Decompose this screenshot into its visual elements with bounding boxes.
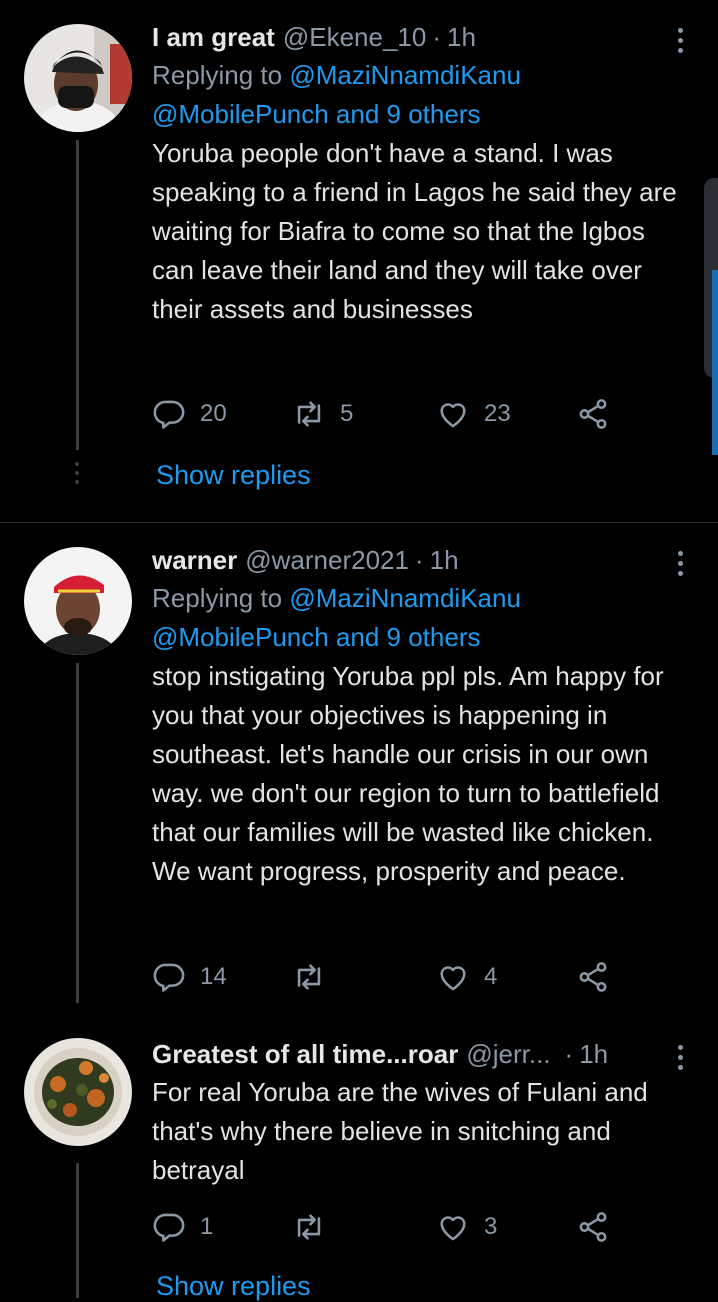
tweet-content: I am great @Ekene_10 · 1h Replying to @M… (152, 18, 688, 329)
separator: · (414, 545, 424, 575)
replying-to: Replying to @MaziNnamdiKanu @MobilePunch… (152, 56, 688, 134)
user-handle[interactable]: @jerr... (466, 1035, 550, 1073)
display-name[interactable]: Greatest of all time...roar (152, 1035, 458, 1073)
others-link[interactable]: @MobilePunch and 9 others (152, 622, 480, 652)
tweet-content: Greatest of all time...roar @jerr... · 1… (152, 1035, 688, 1190)
like-count: 23 (484, 400, 511, 427)
avatar[interactable] (24, 24, 132, 132)
tweet-actions: 20 5 23 (152, 394, 622, 434)
reply-icon (152, 397, 186, 431)
reply-button[interactable]: 1 (152, 1207, 213, 1247)
more-icon[interactable] (676, 1045, 684, 1075)
reply-icon (152, 1210, 186, 1244)
share-button[interactable] (576, 957, 610, 997)
like-icon (436, 960, 470, 994)
tweet-content: warner @warner2021 · 1h Replying to @Maz… (152, 541, 688, 891)
tweet-header: warner @warner2021 · 1h (152, 541, 688, 579)
more-icon[interactable] (676, 551, 684, 581)
timestamp[interactable]: 1h (430, 541, 459, 579)
user-handle[interactable]: @warner2021 (245, 541, 409, 579)
show-replies-link[interactable]: Show replies (156, 1271, 311, 1302)
reply-button[interactable]: 14 (152, 957, 227, 997)
thread-line (76, 663, 79, 1003)
retweet-button[interactable]: 5 (292, 394, 353, 434)
like-count: 3 (484, 1213, 498, 1240)
replying-prefix: Replying to (152, 60, 290, 90)
like-count: 4 (484, 963, 498, 990)
like-icon (436, 397, 470, 431)
share-icon (576, 1210, 610, 1244)
timestamp[interactable]: 1h (579, 1035, 608, 1073)
reply-count: 20 (200, 400, 227, 427)
show-replies-link[interactable]: Show replies (156, 460, 311, 491)
reply-icon (152, 960, 186, 994)
like-button[interactable]: 23 (436, 394, 511, 434)
tweet-text: For real Yoruba are the wives of Fulani … (152, 1077, 648, 1185)
like-button[interactable]: 4 (436, 957, 497, 997)
display-name[interactable]: warner (152, 541, 237, 579)
display-name[interactable]: I am great (152, 18, 275, 56)
retweet-count: 5 (340, 400, 354, 427)
avatar[interactable] (24, 1038, 132, 1146)
share-icon (576, 397, 610, 431)
mention-link[interactable]: @MaziNnamdiKanu (289, 583, 521, 613)
separator: · (564, 1039, 574, 1069)
tweet-3[interactable]: Greatest of all time...roar @jerr... · 1… (0, 1023, 718, 1301)
others-link[interactable]: @MobilePunch and 9 others (152, 99, 480, 129)
tweet-2[interactable]: warner @warner2021 · 1h Replying to @Maz… (0, 523, 718, 1023)
share-button[interactable] (576, 1207, 610, 1247)
reply-count: 14 (200, 963, 227, 990)
separator: · (432, 22, 441, 52)
share-button[interactable] (576, 394, 610, 434)
mention-link[interactable]: @MaziNnamdiKanu (289, 60, 521, 90)
retweet-button[interactable] (292, 957, 340, 997)
share-icon (576, 960, 610, 994)
thread-line (76, 1163, 79, 1298)
more-icon[interactable] (676, 28, 684, 58)
thread-dots (73, 462, 81, 489)
avatar[interactable] (24, 547, 132, 655)
reply-count: 1 (200, 1213, 214, 1240)
tweet-header: I am great @Ekene_10 · 1h (152, 18, 688, 56)
tweet-actions: 14 4 (152, 957, 622, 997)
reply-button[interactable]: 20 (152, 394, 227, 434)
tweet-header: Greatest of all time...roar @jerr... · 1… (152, 1035, 688, 1073)
like-icon (436, 1210, 470, 1244)
tweet-text: Yoruba people don't have a stand. I was … (152, 138, 677, 324)
tweet-text: stop instigating Yoruba ppl pls. Am happ… (152, 661, 664, 886)
replying-prefix: Replying to (152, 583, 290, 613)
like-button[interactable]: 3 (436, 1207, 497, 1247)
tweet-actions: 1 3 (152, 1207, 622, 1247)
timestamp[interactable]: 1h (447, 18, 476, 56)
retweet-icon (292, 960, 326, 994)
thread-line (76, 140, 79, 450)
retweet-icon (292, 397, 326, 431)
tweet-1[interactable]: I am great @Ekene_10 · 1h Replying to @M… (0, 0, 718, 522)
retweet-button[interactable] (292, 1207, 340, 1247)
retweet-icon (292, 1210, 326, 1244)
user-handle[interactable]: @Ekene_10 (283, 18, 427, 56)
replying-to: Replying to @MaziNnamdiKanu @MobilePunch… (152, 579, 688, 657)
